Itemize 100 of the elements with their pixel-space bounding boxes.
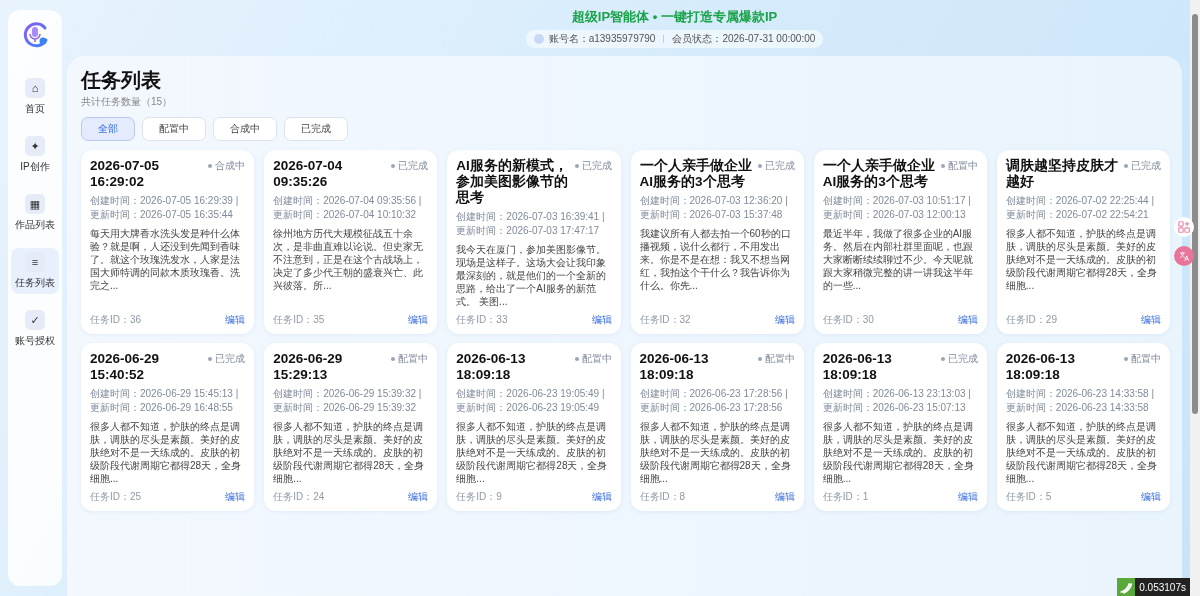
sidebar-item[interactable]: ≡ 任务列表	[11, 248, 59, 294]
edit-link[interactable]: 编辑	[408, 313, 429, 327]
task-summary: 很多人都不知道，护肤的终点是调肤，调肤的尽头是素颜。美好的皮肤绝对不是一天练成的。皮肤的初级阶段代谢周期它都得28天，全身细胞...	[1005, 420, 1158, 485]
edit-link[interactable]: 编辑	[774, 490, 795, 504]
account-name: 账号名：a13935979790	[548, 32, 656, 46]
task-title: 2026-06-29 15:29:13	[273, 351, 344, 383]
updated-time: 更新时间：2026-07-03 17:47:17	[456, 225, 601, 237]
updated-time: 更新时间：2026-06-23 15:07:13	[822, 402, 967, 414]
task-id: 任务ID：30	[822, 313, 874, 327]
scrollbar[interactable]	[1190, 0, 1200, 596]
task-id: 任务ID：25	[90, 490, 142, 504]
status-dot-icon	[757, 357, 762, 361]
task-status: 配置中	[1131, 352, 1161, 366]
status-dot-icon	[940, 164, 945, 168]
task-status: 已完成	[1131, 159, 1161, 173]
task-summary: 很多人都不知道，护肤的终点是调肤，调肤的尽头是素颜。美好的皮肤绝对不是一天练成的。皮肤的初级阶段代谢周期它都得28天，全身细胞...	[273, 420, 426, 485]
status-dot-icon	[391, 357, 396, 361]
task-title: 2026-06-13 18:09:18	[639, 351, 710, 383]
created-time: 创建时间：2026-06-29 15:39:32 |	[273, 388, 423, 400]
status-dot-icon	[391, 164, 396, 168]
task-status: 已完成	[215, 352, 246, 366]
status-dot-icon	[208, 164, 213, 168]
edit-link[interactable]: 编辑	[774, 313, 795, 327]
sidebar-item[interactable]: ▦ 作品列表	[11, 190, 59, 236]
task-summary: 很多人都不知道，护肤的终点是调肤，调肤的尽头是素颜。美好的皮肤绝对不是一天练成的。皮肤的初级阶段代谢周期它都得28天，全身细胞...	[456, 420, 609, 485]
edit-link[interactable]: 编辑	[225, 313, 246, 327]
task-summary: 很多人都不知道，护肤的终点是调肤，调肤的尽头是素颜。美好的皮肤绝对不是一天练成的。皮肤的初级阶段代谢周期它都得28天，全身细胞...	[822, 420, 975, 485]
updated-time: 更新时间：2026-06-23 14:33:58	[1005, 402, 1150, 414]
task-status: 配置中	[947, 159, 978, 173]
edit-link[interactable]: 编辑	[408, 490, 429, 504]
updated-time: 更新时间：2026-06-23 17:28:56	[639, 402, 784, 414]
task-summary: 我今天在厦门，参加美图影像节。现场是这样子。这场大会让我印象最深刻的，就是他们的一个全新的思路，给出了一个AI服务的新范式。 美图...	[456, 243, 608, 308]
task-summary: 每天用大牌香水洗头发是种什么体验？就是啊，人还没到先闻到香味了。就这个玫瑰洗发水，人家是法国大师特调的同款木质玫瑰香。洗完之...	[90, 227, 241, 292]
task-status: 配置中	[581, 352, 612, 366]
task-summary: 很多人都不知道，护肤的终点是调肤，调肤的尽头是素颜。美好的皮肤绝对不是一天练成的。皮肤的初级阶段代谢周期它都得28天，全身细胞...	[90, 420, 243, 485]
task-title: 一个人亲手做企业AI服务的3个思考	[639, 158, 752, 190]
created-time: 创建时间：2026-07-03 16:39:41 |	[456, 211, 606, 223]
created-time: 创建时间：2026-07-02 22:25:44 |	[1005, 195, 1156, 207]
sidebar-item[interactable]: ✦ IP创作	[11, 132, 59, 178]
edit-link[interactable]: 编辑	[225, 490, 246, 504]
status-dot-icon	[574, 357, 579, 361]
task-id: 任务ID：5	[1005, 490, 1052, 504]
task-status: 已完成	[398, 159, 429, 173]
task-summary: 很多人都不知道，护肤的终点是调肤，调肤的尽头是素颜。美好的皮肤绝对不是一天练成的。皮肤的初级阶段代谢周期它都得28天，全身细胞...	[1005, 227, 1158, 292]
task-summary: 徐州地方历代大规模征战五十余次，是非曲直难以论说。但史家无不注意到，正是在这个古战场上，决定了多少代王朝的盛衰兴亡、此兴彼落。所...	[273, 227, 425, 292]
updated-time: 更新时间：2026-06-23 19:05:49	[456, 402, 601, 414]
task-status: 合成中	[215, 159, 246, 173]
filter-tab[interactable]: 配置中	[142, 117, 206, 141]
task-summary: 很多人都不知道，护肤的终点是调肤，调肤的尽头是素颜。美好的皮肤绝对不是一天练成的。皮肤的初级阶段代谢周期它都得28天，全身细胞...	[639, 420, 792, 485]
task-title: 2026-06-13 18:09:18	[456, 351, 527, 383]
task-status: 已完成	[947, 352, 978, 366]
task-id: 任务ID：36	[90, 313, 142, 327]
updated-time: 更新时间：2026-07-02 22:54:21	[1005, 209, 1150, 221]
status-dot-icon	[757, 164, 762, 168]
created-time: 创建时间：2026-07-03 12:36:20 |	[639, 195, 789, 207]
created-time: 创建时间：2026-07-03 10:51:17 |	[822, 195, 972, 207]
task-id: 任务ID：9	[456, 490, 502, 504]
sidebar-item[interactable]: ⌂ 首页	[11, 74, 59, 120]
task-status: 已完成	[764, 159, 795, 173]
timer-value: 0.053107s	[1139, 581, 1186, 593]
created-time: 创建时间：2026-06-23 19:05:49 |	[456, 388, 606, 400]
created-time: 创建时间：2026-06-13 23:13:03 |	[822, 388, 972, 400]
edit-link[interactable]: 编辑	[1141, 313, 1161, 327]
status-dot-icon	[1124, 357, 1128, 361]
created-time: 创建时间：2026-07-04 09:35:56 |	[273, 195, 423, 207]
task-id: 任务ID：33	[456, 313, 508, 327]
updated-time: 更新时间：2026-07-04 10:10:32	[273, 209, 417, 221]
updated-time: 更新时间：2026-07-03 15:37:48	[639, 209, 784, 221]
updated-time: 更新时间：2026-07-03 12:00:13	[822, 209, 967, 221]
filter-tab[interactable]: 全部	[81, 117, 135, 141]
edit-link[interactable]: 编辑	[957, 490, 978, 504]
task-summary: 最近半年，我做了很多企业的AI服务。然后在内部社群里面呢，也跟大家断断续续聊过不少。今天呢就跟大家稍微完整的讲一讲我这半年的一些...	[822, 227, 974, 292]
app-title: 超级IP智能体 • 一键打造专属爆款IP	[571, 8, 778, 26]
task-status: 已完成	[581, 159, 612, 173]
task-title: 2026-06-29 15:40:52	[90, 351, 161, 383]
task-id: 任务ID：29	[1005, 313, 1057, 327]
task-title: 2026-06-13 18:09:18	[1005, 351, 1076, 383]
sidebar-item[interactable]: ✓ 账号授权	[11, 306, 59, 352]
task-id: 任务ID：35	[273, 313, 325, 327]
edit-link[interactable]: 编辑	[957, 313, 978, 327]
task-id: 任务ID：32	[639, 313, 691, 327]
edit-link[interactable]: 编辑	[1141, 490, 1161, 504]
task-id: 任务ID：24	[273, 490, 325, 504]
page-title: 任务列表	[81, 68, 162, 92]
status-dot-icon	[940, 357, 945, 361]
task-status: 配置中	[764, 352, 795, 366]
filter-tab[interactable]: 合成中	[213, 117, 277, 141]
task-title: AI服务的新模式，参加美图影像节的思考	[456, 158, 569, 206]
updated-time: 更新时间：2026-06-29 15:39:32	[273, 402, 417, 414]
task-status: 配置中	[398, 352, 429, 366]
task-title: 一个人亲手做企业AI服务的3个思考	[822, 158, 935, 190]
task-title: 2026-07-05 16:29:02	[90, 158, 161, 190]
task-title: 调肤越坚持皮肤才越好	[1005, 158, 1118, 190]
filter-tab[interactable]: 已完成	[284, 117, 348, 141]
edit-link[interactable]: 编辑	[591, 490, 612, 504]
edit-link[interactable]: 编辑	[591, 313, 612, 327]
membership-status: 会员状态：2026-07-31 00:00:00	[672, 32, 816, 46]
created-time: 创建时间：2026-06-23 17:28:56 |	[639, 388, 789, 400]
task-title: 2026-07-04 09:35:26	[273, 158, 344, 190]
task-count: 共计任务数量（15）	[81, 95, 174, 109]
